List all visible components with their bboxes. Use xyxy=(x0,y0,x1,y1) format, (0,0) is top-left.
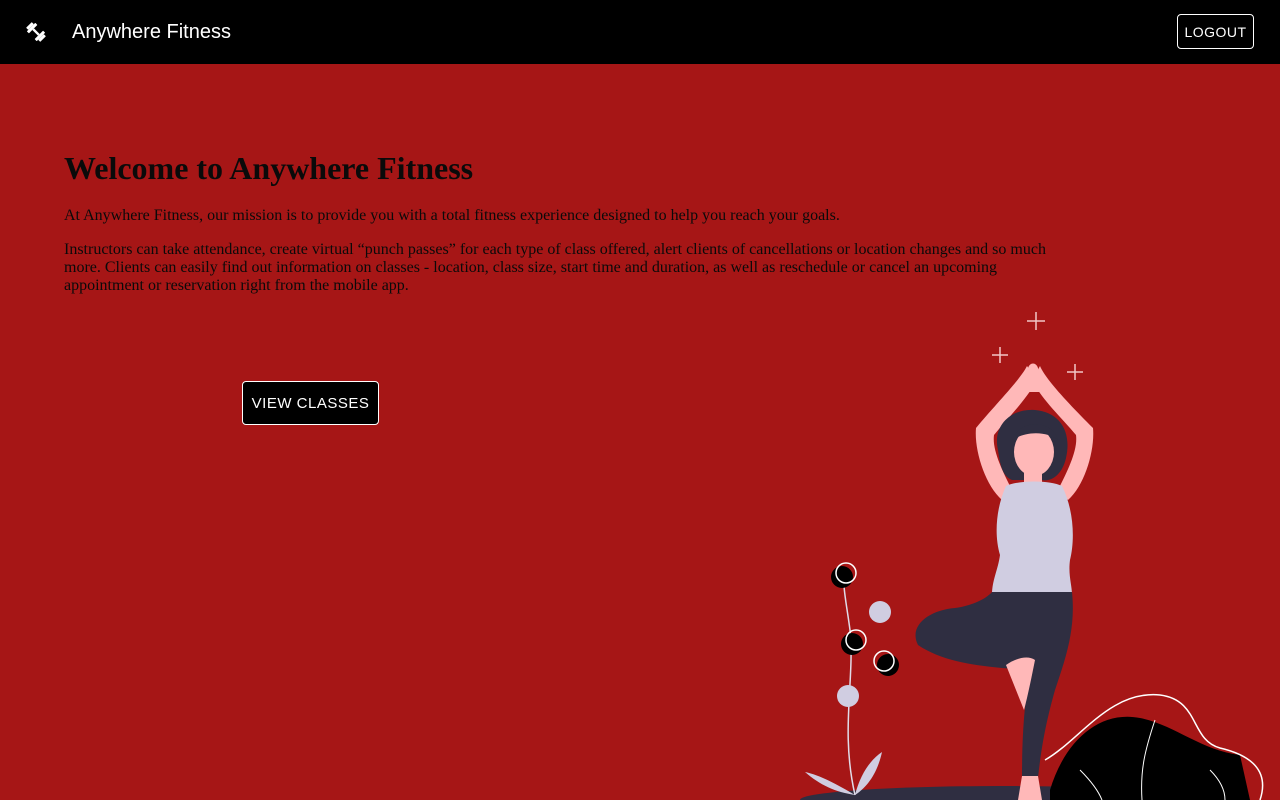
yoga-woman-illustration xyxy=(800,312,1264,800)
dumbbell-icon xyxy=(24,20,48,44)
page-title: Welcome to Anywhere Fitness xyxy=(64,150,474,186)
view-classes-button[interactable]: VIEW CLASSES xyxy=(242,381,379,425)
top-app-bar: Anywhere Fitness LOGOUT xyxy=(0,0,1280,64)
logout-button[interactable]: LOGOUT xyxy=(1177,14,1254,49)
features-paragraph: Instructors can take attendance, create … xyxy=(64,241,1046,294)
mission-paragraph: At Anywhere Fitness, our mission is to p… xyxy=(64,207,840,224)
plant-right xyxy=(1044,694,1264,800)
flower-plant-left xyxy=(805,562,899,796)
woman-figure xyxy=(915,363,1094,800)
app-title: Anywhere Fitness xyxy=(72,21,231,43)
